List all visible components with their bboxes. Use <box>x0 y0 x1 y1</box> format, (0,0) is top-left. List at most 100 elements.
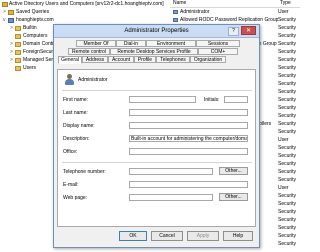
tab-environment[interactable]: Environment <box>146 40 196 47</box>
user-display-name: Administrator <box>78 77 108 83</box>
last-name-label: Last name: <box>63 110 88 116</box>
ok-button[interactable]: OK <box>119 231 147 241</box>
tab-address[interactable]: Address <box>82 56 108 63</box>
list-item-type: User <box>278 136 300 144</box>
list-item-type: Security <box>278 232 300 240</box>
list-item-type: Security <box>278 144 300 152</box>
list-item-type: User <box>278 184 300 192</box>
tab-com-plus[interactable]: COM+ <box>198 48 238 55</box>
office-field[interactable] <box>129 148 248 155</box>
list-item-type: Security <box>278 192 300 200</box>
tree-item-label: Saved Queries <box>16 9 50 15</box>
list-item-type: Security <box>278 208 300 216</box>
help-icon[interactable]: ? <box>228 27 239 36</box>
tab-member-of[interactable]: Member Of <box>76 40 116 47</box>
folder-icon <box>15 50 21 55</box>
tab-remote-desktop-services-profile[interactable]: Remote Desktop Services Profile <box>110 48 198 55</box>
list-item-type: Security <box>278 64 300 72</box>
list-item-type: User <box>278 8 300 16</box>
list-item-type: Security <box>278 56 300 64</box>
list-item[interactable]: Administrator User <box>170 8 300 16</box>
list-item-type: Security <box>278 168 300 176</box>
help-button[interactable]: Help <box>223 231 253 241</box>
email-field[interactable] <box>129 181 248 188</box>
list-item[interactable]: Allowed RODC Password Replication Group S… <box>170 16 300 24</box>
folder-icon <box>15 26 21 31</box>
list-item-type: Security <box>278 200 300 208</box>
folder-icon <box>15 42 21 47</box>
list-item-type: Security <box>278 80 300 88</box>
folder-icon <box>8 10 14 15</box>
divider <box>62 162 252 163</box>
list-item-type: Security <box>278 152 300 160</box>
general-tab-panel: Administrator First name: Initials: Last… <box>57 69 256 227</box>
dialog-titlebar[interactable]: Administrator Properties ? ✕ <box>54 25 259 38</box>
description-label: Description: <box>63 136 90 142</box>
tab-dial-in[interactable]: Dial-in <box>116 40 146 47</box>
tab-organization[interactable]: Organization <box>190 56 226 63</box>
list-item-name: Administrator <box>180 9 210 15</box>
list-item-type: Security <box>278 40 300 48</box>
telephone-other-button[interactable]: Other... <box>219 167 248 175</box>
telephone-label: Telephone number: <box>63 169 106 175</box>
last-name-field[interactable] <box>129 109 248 116</box>
list-item-name: Allowed RODC Password Replication Group <box>180 17 279 23</box>
list-item-type: Security <box>278 96 300 104</box>
list-item-type: Security <box>278 176 300 184</box>
display-name-label: Display name: <box>63 123 95 129</box>
tab-telephones[interactable]: Telephones <box>156 56 190 63</box>
column-header-type[interactable]: Type <box>280 0 291 7</box>
tab-account[interactable]: Account <box>108 56 134 63</box>
office-label: Office: <box>63 149 78 155</box>
webpage-other-button[interactable]: Other... <box>219 193 248 201</box>
apply-button[interactable]: Apply <box>187 231 219 241</box>
list-item-type: Security <box>278 112 300 120</box>
close-icon[interactable]: ✕ <box>241 26 256 35</box>
list-item-type: Security <box>278 16 300 24</box>
initials-label: Initials: <box>204 97 220 103</box>
user-icon <box>64 74 75 86</box>
list-item-type: Security <box>278 104 300 112</box>
list-item-type: Security <box>278 48 300 56</box>
list-item-type: Security <box>278 160 300 168</box>
telephone-field[interactable] <box>129 168 213 175</box>
console-icon <box>2 2 8 7</box>
display-name-field[interactable] <box>129 122 248 129</box>
tab-sessions[interactable]: Sessions <box>196 40 240 47</box>
list-item-type: Security <box>278 24 300 32</box>
list-item-type: Security <box>278 32 300 40</box>
first-name-label: First name: <box>63 97 89 103</box>
divider <box>62 90 252 91</box>
user-icon <box>173 10 178 14</box>
list-item-type: Security <box>278 128 300 136</box>
tab-profile[interactable]: Profile <box>134 56 156 63</box>
tab-remote-control[interactable]: Remote control <box>68 48 110 55</box>
tree-item-label: hoanghieptv.com <box>16 17 54 23</box>
list-item-type: Security <box>278 120 300 128</box>
initials-field[interactable] <box>224 96 248 103</box>
tree-item-label: Computers <box>23 33 48 39</box>
description-field[interactable]: Built-in account for administering the c… <box>129 135 248 142</box>
tab-general[interactable]: General <box>58 56 82 64</box>
column-header-name[interactable]: Name <box>173 0 186 7</box>
folder-icon <box>15 58 21 63</box>
list-item-type: Security <box>278 224 300 232</box>
tree-item-label: Users <box>23 65 37 71</box>
list-item-type: Security <box>278 216 300 224</box>
cancel-button[interactable]: Cancel <box>151 231 183 241</box>
folder-icon <box>15 66 21 71</box>
list-header: Name Type <box>170 0 300 8</box>
first-name-field[interactable] <box>129 96 196 103</box>
domain-icon <box>8 18 14 23</box>
list-item-type: Security <box>278 88 300 96</box>
list-item-type: Security <box>278 240 300 248</box>
webpage-label: Web page: <box>63 195 88 201</box>
email-label: E-mail: <box>63 182 79 188</box>
group-icon <box>173 18 178 22</box>
properties-dialog: Administrator Properties ? ✕ Member Of D… <box>53 24 260 248</box>
webpage-field[interactable] <box>129 194 213 201</box>
list-item-type: Security <box>278 72 300 80</box>
user-icon-body <box>65 79 74 85</box>
tree-item-label: Builtin <box>23 25 37 31</box>
tree-item-root[interactable]: Active Directory Users and Computers [sr… <box>1 1 164 8</box>
